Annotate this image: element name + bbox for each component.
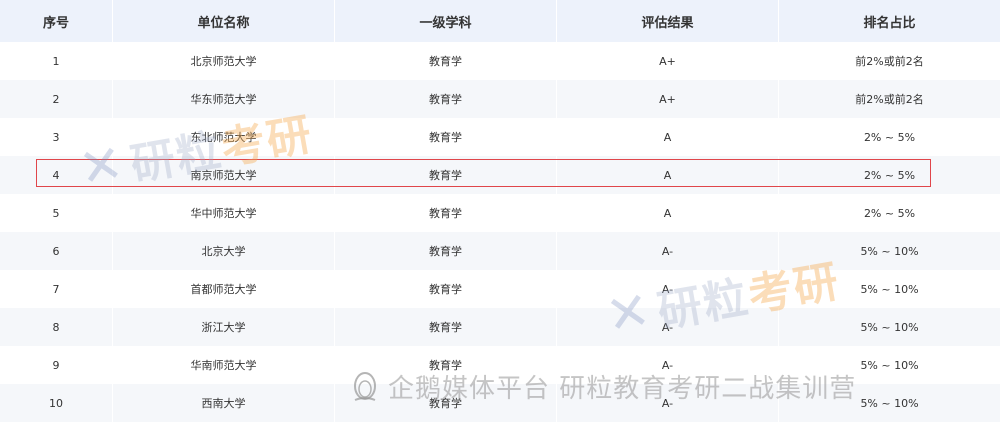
cell-result: A: [557, 194, 779, 232]
cell-result: A-: [557, 232, 779, 270]
cell-ratio: 5% ~ 10%: [860, 320, 919, 334]
cell-subject: 教育学: [335, 384, 557, 422]
header-no: 序号: [0, 0, 113, 42]
cell-unit: 北京师范大学: [113, 42, 335, 80]
cell-unit: 浙江大学: [113, 308, 335, 346]
table-row: 2 华东师范大学 教育学 A+ 前2%或前2名: [0, 80, 1000, 118]
cell-ratio: 5% ~ 10%: [860, 396, 919, 410]
table-row: 5 华中师范大学 教育学 A 2% ~ 5%: [0, 194, 1000, 232]
cell-ratio: 前2%或前2名: [855, 93, 924, 106]
cell-unit: 华东师范大学: [113, 80, 335, 118]
table-row: 1 北京师范大学 教育学 A+ 前2%或前2名: [0, 42, 1000, 80]
cell-ratio: 2% ~ 5%: [863, 206, 916, 220]
cell-no: 8: [0, 308, 113, 346]
cell-subject: 教育学: [335, 118, 557, 156]
cell-ratio: 2% ~ 5%: [863, 130, 916, 144]
cell-result: A+: [557, 42, 779, 80]
cell-ratio: 5% ~ 10%: [860, 244, 919, 258]
cell-subject: 教育学: [335, 308, 557, 346]
cell-subject: 教育学: [335, 194, 557, 232]
table-row: 8 浙江大学 教育学 A- 5% ~ 10%: [0, 308, 1000, 346]
cell-result: A-: [557, 270, 779, 308]
cell-result: A-: [557, 384, 779, 422]
cell-no: 4: [0, 156, 113, 194]
cell-no: 7: [0, 270, 113, 308]
cell-ratio: 2% ~ 5%: [863, 168, 916, 182]
table-row: 10 西南大学 教育学 A- 5% ~ 10%: [0, 384, 1000, 422]
table-header: 序号 单位名称 一级学科 评估结果 排名占比: [0, 0, 1000, 42]
header-ratio: 排名占比: [863, 15, 916, 31]
cell-unit: 华中师范大学: [113, 194, 335, 232]
cell-result: A+: [557, 80, 779, 118]
cell-unit: 北京大学: [113, 232, 335, 270]
cell-result: A-: [557, 308, 779, 346]
cell-result: A-: [557, 346, 779, 384]
table-row: 3 东北师范大学 教育学 A 2% ~ 5%: [0, 118, 1000, 156]
cell-no: 3: [0, 118, 113, 156]
cell-unit: 西南大学: [113, 384, 335, 422]
cell-subject: 教育学: [335, 270, 557, 308]
ranking-table: 序号 单位名称 一级学科 评估结果 排名占比 1 北京师范大学 教育学 A+ 前…: [0, 0, 1000, 422]
cell-ratio: 5% ~ 10%: [860, 358, 919, 372]
table-row-highlighted: 4 南京师范大学 教育学 A 2% ~ 5%: [0, 156, 1000, 194]
cell-subject: 教育学: [335, 156, 557, 194]
table-row: 7 首都师范大学 教育学 A- 5% ~ 10%: [0, 270, 1000, 308]
cell-unit: 东北师范大学: [113, 118, 335, 156]
cell-ratio: 5% ~ 10%: [860, 282, 919, 296]
cell-subject: 教育学: [335, 80, 557, 118]
cell-no: 5: [0, 194, 113, 232]
cell-no: 1: [0, 42, 113, 80]
cell-no: 2: [0, 80, 113, 118]
cell-subject: 教育学: [335, 232, 557, 270]
header-result: 评估结果: [557, 0, 779, 42]
cell-ratio: 前2%或前2名: [855, 55, 924, 68]
cell-no: 6: [0, 232, 113, 270]
cell-unit: 华南师范大学: [113, 346, 335, 384]
table-row: 6 北京大学 教育学 A- 5% ~ 10%: [0, 232, 1000, 270]
cell-result: A: [557, 118, 779, 156]
header-subject: 一级学科: [335, 0, 557, 42]
table-row: 9 华南师范大学 教育学 A- 5% ~ 10%: [0, 346, 1000, 384]
cell-no: 10: [0, 384, 113, 422]
cell-unit: 首都师范大学: [113, 270, 335, 308]
header-unit: 单位名称: [113, 0, 335, 42]
cell-subject: 教育学: [335, 42, 557, 80]
cell-result: A: [557, 156, 779, 194]
cell-subject: 教育学: [335, 346, 557, 384]
cell-unit: 南京师范大学: [113, 156, 335, 194]
cell-no: 9: [0, 346, 113, 384]
